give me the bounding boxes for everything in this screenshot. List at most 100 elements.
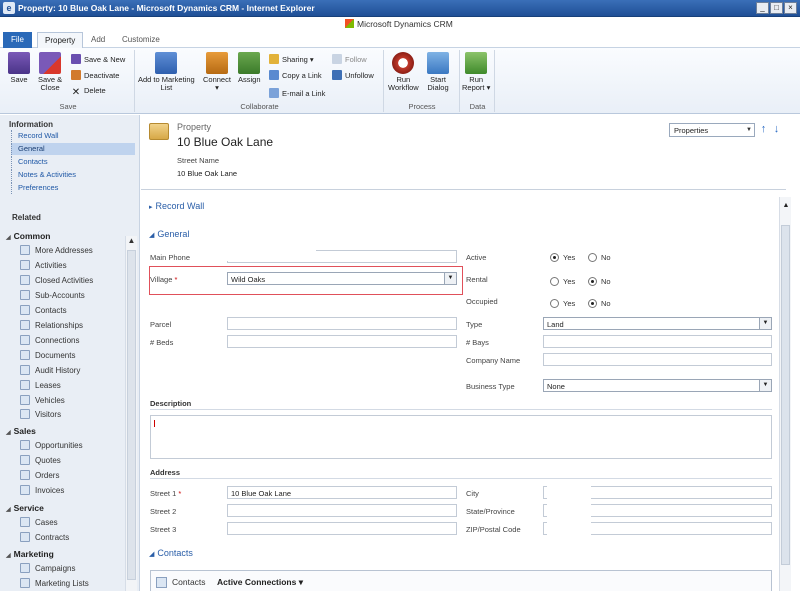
rental-no-radio[interactable]: No: [588, 277, 611, 286]
nav-general[interactable]: General: [11, 143, 135, 155]
scroll-up-arrow-icon[interactable]: ▲: [781, 202, 791, 212]
related-closed-activities[interactable]: Closed Activities: [20, 275, 93, 285]
tab-file[interactable]: File: [3, 32, 32, 48]
nav-scrollbar[interactable]: ▲: [125, 236, 137, 591]
street2-field[interactable]: [227, 504, 457, 517]
related-cases[interactable]: Cases: [20, 517, 58, 527]
main-scrollbar[interactable]: ▲: [779, 197, 791, 591]
run-workflow-button[interactable]: Run Workflow: [388, 52, 419, 92]
dropdown-arrow-icon[interactable]: ▼: [759, 318, 771, 329]
deactivate-button[interactable]: Deactivate: [71, 70, 119, 80]
village-lookup[interactable]: Wild Oaks ▼: [227, 272, 457, 285]
type-select[interactable]: Land ▼: [543, 317, 772, 330]
tab-add[interactable]: Add: [84, 32, 112, 48]
email-link-button[interactable]: E-mail a Link: [269, 88, 325, 98]
rental-yes-radio[interactable]: Yes: [550, 277, 575, 286]
occupied-yes-radio[interactable]: Yes: [550, 299, 575, 308]
user-info-area[interactable]: [694, 22, 761, 44]
related-group-marketing[interactable]: ◢ Marketing: [6, 549, 54, 559]
start-dialog-button[interactable]: Start Dialog: [427, 52, 449, 92]
related-campaigns[interactable]: Campaigns: [20, 563, 75, 573]
contacts-view-selector[interactable]: Active Connections ▾: [217, 577, 303, 588]
related-quotes[interactable]: Quotes: [20, 455, 61, 465]
tab-property[interactable]: Property: [37, 32, 84, 48]
section-general[interactable]: ◢ General: [149, 229, 189, 239]
related-connections[interactable]: Connections: [20, 335, 79, 345]
related-opportunities[interactable]: Opportunities: [20, 440, 83, 450]
nav-preferences[interactable]: Preferences: [11, 182, 135, 194]
tab-customize[interactable]: Customize: [115, 32, 167, 48]
run-report-button[interactable]: Run Report ▾: [462, 52, 490, 92]
related-sub-accounts[interactable]: Sub-Accounts: [20, 290, 85, 300]
related-leases[interactable]: Leases: [20, 380, 61, 390]
street1-field[interactable]: 10 Blue Oak Lane: [227, 486, 457, 499]
company-name-field[interactable]: [543, 353, 772, 366]
zip-label: ZIP/Postal Code: [466, 525, 521, 534]
related-activities[interactable]: Activities: [20, 260, 67, 270]
nav-notes-activities[interactable]: Notes & Activities: [11, 169, 135, 181]
add-to-marketing-list-button[interactable]: Add to Marketing List: [138, 52, 195, 92]
parcel-field[interactable]: [227, 317, 457, 330]
connect-button[interactable]: Connect ▾: [203, 52, 231, 92]
related-vehicles[interactable]: Vehicles: [20, 395, 65, 405]
business-type-select[interactable]: None ▼: [543, 379, 772, 392]
main-scroll-thumb[interactable]: [781, 225, 790, 565]
radio-unselected-icon: [588, 253, 597, 262]
documents-icon: [20, 350, 30, 360]
nav-scroll-thumb[interactable]: [127, 250, 136, 580]
maximize-button[interactable]: □: [770, 2, 783, 14]
close-button[interactable]: ×: [784, 2, 797, 14]
beds-field[interactable]: [227, 335, 457, 348]
street3-field[interactable]: [227, 522, 457, 535]
activities-icon: [20, 260, 30, 270]
related-relationships[interactable]: Relationships: [20, 320, 83, 330]
follow-button[interactable]: Follow: [332, 54, 367, 64]
related-contracts[interactable]: Contracts: [20, 532, 69, 542]
contacts-subgrid-label: Contacts: [172, 577, 206, 587]
section-contacts[interactable]: ◢ Contacts: [149, 548, 193, 558]
dropdown-arrow-icon[interactable]: ▼: [444, 273, 456, 284]
nav-record-wall[interactable]: Record Wall: [11, 130, 135, 142]
header-field-blank: [584, 154, 664, 187]
sharing-button[interactable]: Sharing ▾: [269, 54, 314, 64]
save-button[interactable]: Save: [8, 52, 30, 84]
section-record-wall[interactable]: ▸ Record Wall: [149, 201, 204, 211]
active-no-radio[interactable]: No: [588, 253, 611, 262]
previous-record-arrow-icon[interactable]: ↑: [758, 123, 769, 137]
minimize-button[interactable]: _: [756, 2, 769, 14]
dynamics-logo-icon: [345, 19, 354, 28]
description-textarea[interactable]: [150, 415, 772, 459]
save-close-button[interactable]: Save & Close: [38, 52, 62, 92]
copy-link-button[interactable]: Copy a Link: [269, 70, 322, 80]
save-new-button[interactable]: Save & New: [71, 54, 125, 64]
related-documents[interactable]: Documents: [20, 350, 75, 360]
related-audit-history[interactable]: Audit History: [20, 365, 80, 375]
next-record-arrow-icon[interactable]: ↓: [771, 123, 782, 137]
related-item-label: Campaigns: [35, 564, 76, 573]
save-close-label-2: Close: [40, 83, 60, 92]
scroll-up-arrow-icon[interactable]: ▲: [126, 236, 137, 248]
nav-contacts[interactable]: Contacts: [11, 156, 135, 168]
related-marketing-lists[interactable]: Marketing Lists: [20, 578, 89, 588]
related-visitors[interactable]: Visitors: [20, 409, 61, 419]
dropdown-arrow-icon[interactable]: ▼: [759, 380, 771, 391]
quotes-icon: [20, 455, 30, 465]
related-group-sales[interactable]: ◢ Sales: [6, 426, 36, 436]
form-selector[interactable]: Properties ▼: [669, 123, 755, 137]
occupied-no-radio[interactable]: No: [588, 299, 611, 308]
leases-icon: [20, 380, 30, 390]
related-more-addresses[interactable]: More Addresses: [20, 245, 93, 255]
related-invoices[interactable]: Invoices: [20, 485, 64, 495]
related-group-service[interactable]: ◢ Service: [6, 503, 44, 513]
active-yes-radio[interactable]: Yes: [550, 253, 575, 262]
related-item-label: Audit History: [35, 366, 81, 375]
related-orders[interactable]: Orders: [20, 470, 59, 480]
delete-button[interactable]: ✕ Delete: [71, 86, 106, 98]
ie-icon: e: [3, 2, 15, 14]
save-new-icon: [71, 54, 81, 64]
assign-button[interactable]: Assign: [238, 52, 261, 84]
unfollow-button[interactable]: Unfollow: [332, 70, 374, 80]
bays-field[interactable]: [543, 335, 772, 348]
related-group-common[interactable]: ◢ Common: [6, 231, 50, 241]
related-contacts[interactable]: Contacts: [20, 305, 67, 315]
